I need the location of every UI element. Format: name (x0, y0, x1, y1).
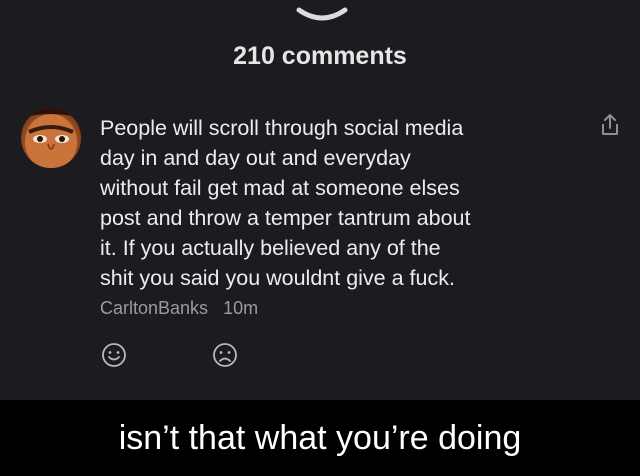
comment-line: day in and day out and everyday (100, 146, 411, 170)
comment-meta: CarltonBanks 10m (100, 298, 258, 319)
smile-face-icon[interactable] (101, 342, 127, 368)
comment-line: without fail get mad at someone elses (100, 176, 460, 200)
comments-count: 210 comments (233, 42, 407, 70)
comment-thread-screen: 210 comments People will scroll through … (0, 0, 640, 400)
avatar-face-icon (21, 108, 81, 168)
avatar[interactable] (21, 108, 81, 168)
comment-line: shit you said you wouldnt give a fuck. (100, 266, 455, 290)
comment-line: it. If you actually believed any of the (100, 236, 441, 260)
comment-line: post and throw a temper tantrum about (100, 206, 471, 230)
share-icon[interactable] (598, 112, 622, 138)
frown-face-icon[interactable] (212, 342, 238, 368)
meme-caption: isn’t that what you’re doing (0, 400, 640, 476)
comment-timestamp: 10m (223, 298, 259, 318)
comment-body: People will scroll through social media … (100, 113, 570, 293)
comment-author[interactable]: CarltonBanks (100, 298, 208, 318)
comment-line: People will scroll through social media (100, 116, 464, 140)
chevron-down-icon[interactable] (296, 6, 348, 24)
